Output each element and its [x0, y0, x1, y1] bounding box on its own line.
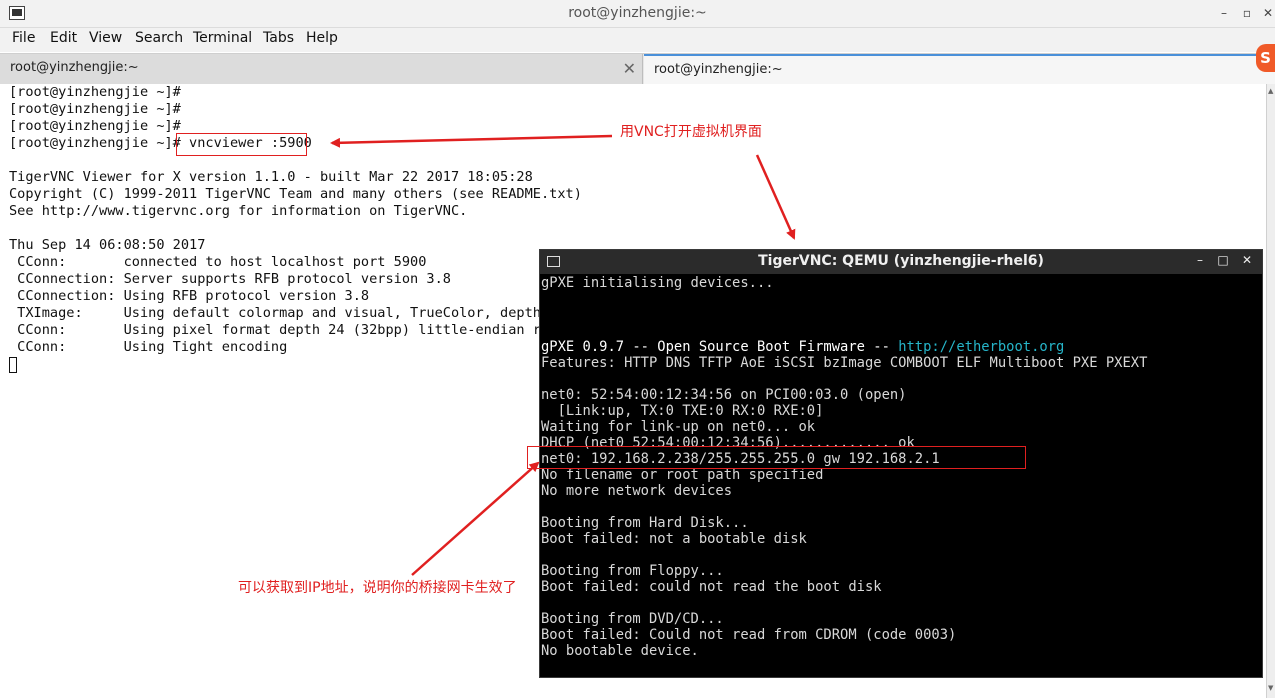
- etherboot-link[interactable]: http://etherboot.org: [898, 339, 1064, 355]
- console-line: gPXE 0.9.7 -- Open Source Boot Firmware …: [541, 339, 1064, 355]
- menu-edit[interactable]: Edit: [50, 30, 77, 46]
- tab-label: root@yinzhengjie:~: [10, 60, 139, 75]
- vnc-console-screen[interactable]: gPXE initialising devices... gPXE 0.9.7 …: [540, 274, 1262, 677]
- terminal-line: TigerVNC Viewer for X version 1.1.0 - bu…: [9, 169, 533, 185]
- console-line: gPXE initialising devices...: [541, 275, 774, 291]
- terminal-line: TXImage: Using default colormap and visu…: [9, 305, 574, 321]
- terminal-line: [root@yinzhengjie ~]#: [9, 118, 181, 134]
- vnc-maximize-button[interactable]: □: [1214, 253, 1232, 267]
- close-button[interactable]: ✕: [1258, 4, 1275, 22]
- scroll-up-icon[interactable]: ▲: [1268, 87, 1275, 95]
- console-line: Boot failed: not a bootable disk: [541, 531, 807, 547]
- window-title: root@yinzhengjie:~: [568, 5, 707, 21]
- console-line: Features: HTTP DNS TFTP AoE iSCSI bzImag…: [541, 355, 1148, 371]
- terminal-line: [root@yinzhengjie ~]#: [9, 101, 181, 117]
- menu-file[interactable]: File: [12, 30, 35, 46]
- terminal-line: CConn: Using Tight encoding: [9, 339, 288, 355]
- terminal-line: Thu Sep 14 06:08:50 2017: [9, 237, 206, 253]
- tab-bar: root@yinzhengjie:~ ✕ root@yinzhengjie:~: [0, 53, 1275, 85]
- terminal-line: Copyright (C) 1999-2011 TigerVNC Team an…: [9, 186, 582, 202]
- console-line: No more network devices: [541, 483, 733, 499]
- console-line: No filename or root path specified: [541, 467, 824, 483]
- tab-terminal-1[interactable]: root@yinzhengjie:~ ✕: [0, 54, 643, 84]
- console-line: Booting from Floppy...: [541, 563, 724, 579]
- sogou-ime-icon[interactable]: S: [1256, 44, 1275, 72]
- menu-bar: File Edit View Search Terminal Tabs Help: [0, 28, 1275, 52]
- terminal-line: [root@yinzhengjie ~]#: [9, 84, 181, 100]
- command-highlight-box: [176, 133, 307, 156]
- vnc-title: TigerVNC: QEMU (yinzhengjie-rhel6): [758, 253, 1044, 269]
- menu-search[interactable]: Search: [135, 30, 183, 46]
- menu-tabs[interactable]: Tabs: [263, 30, 294, 46]
- tab-label: root@yinzhengjie:~: [654, 62, 783, 77]
- terminal-scrollbar[interactable]: ▲ ▼: [1266, 84, 1275, 698]
- scroll-down-icon[interactable]: ▼: [1268, 684, 1275, 692]
- vnc-minimize-button[interactable]: –: [1191, 253, 1209, 267]
- terminal-line: CConn: Using pixel format depth 24 (32bp…: [9, 322, 582, 338]
- ip-highlight-box: [527, 446, 1026, 469]
- menu-help[interactable]: Help: [306, 30, 338, 46]
- console-text: gPXE 0.9.7 -- Open Source Boot Firmware …: [541, 339, 899, 355]
- menu-view[interactable]: View: [89, 30, 122, 46]
- console-line: Boot failed: could not read the boot dis…: [541, 579, 882, 595]
- console-line: Waiting for link-up on net0... ok: [541, 419, 816, 435]
- maximize-button[interactable]: ▫: [1237, 4, 1257, 22]
- console-line: Boot failed: Could not read from CDROM (…: [541, 627, 957, 643]
- close-tab-icon[interactable]: ✕: [623, 59, 636, 78]
- vnc-close-button[interactable]: ✕: [1238, 253, 1256, 267]
- minimize-button[interactable]: –: [1214, 4, 1234, 22]
- console-line: Booting from Hard Disk...: [541, 515, 749, 531]
- tab-terminal-2[interactable]: root@yinzhengjie:~: [644, 54, 1275, 84]
- window-titlebar: root@yinzhengjie:~ – ▫ ✕: [0, 0, 1275, 28]
- console-line: No bootable device.: [541, 643, 699, 659]
- terminal-cursor: [9, 357, 17, 373]
- console-line: [Link:up, TX:0 TXE:0 RX:0 RXE:0]: [541, 403, 824, 419]
- terminal-line: CConnection: Using RFB protocol version …: [9, 288, 370, 304]
- console-line: net0: 52:54:00:12:34:56 on PCI00:03.0 (o…: [541, 387, 907, 403]
- annotation-got-ip: 可以获取到IP地址，说明你的桥接网卡生效了: [238, 580, 517, 596]
- terminal-line: See http://www.tigervnc.org for informat…: [9, 203, 468, 219]
- menu-terminal[interactable]: Terminal: [193, 30, 252, 46]
- annotation-open-vnc: 用VNC打开虚拟机界面: [620, 124, 762, 140]
- vnc-titlebar: TigerVNC: QEMU (yinzhengjie-rhel6) – □ ✕: [540, 250, 1262, 274]
- terminal-line: CConnection: Server supports RFB protoco…: [9, 271, 451, 287]
- terminal-line: CConn: connected to host localhost port …: [9, 254, 427, 270]
- console-line: Booting from DVD/CD...: [541, 611, 724, 627]
